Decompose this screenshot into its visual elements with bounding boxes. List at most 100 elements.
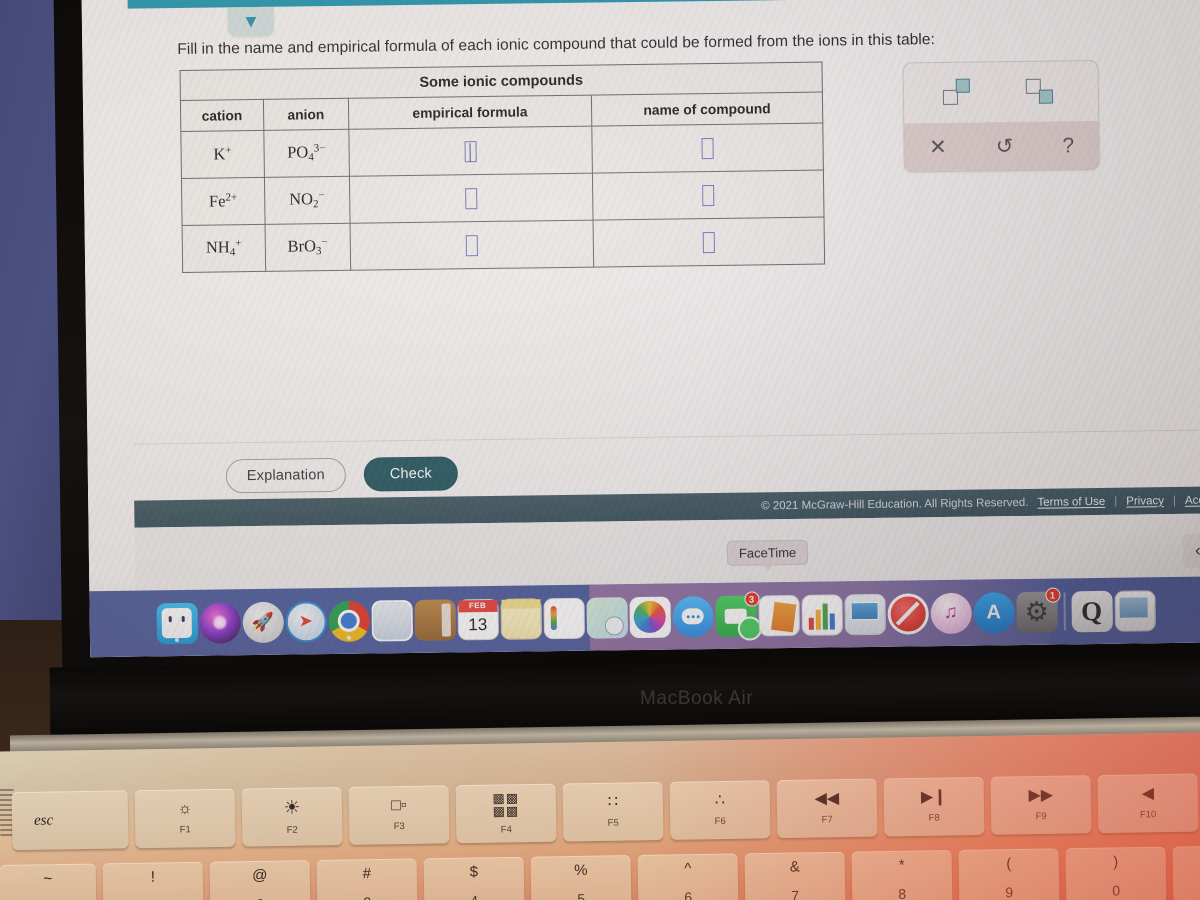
privacy-link[interactable]: Privacy (1126, 495, 1164, 507)
compound-name-input-1[interactable] (701, 137, 714, 159)
play-pause-icon: ▶❙ (920, 788, 947, 806)
calendar-day: 13 (468, 614, 488, 635)
anion-cell: NO2− (264, 176, 350, 225)
photos-app-icon[interactable] (370, 599, 413, 642)
clear-icon[interactable]: ✕ (929, 135, 947, 160)
table-body: K+ PO43− Fe2+ NO2− NH4+ BrO3− (180, 123, 825, 273)
help-icon[interactable]: ? (1062, 134, 1074, 158)
message-bubble (681, 608, 704, 625)
subscript-lowered-square (1038, 89, 1053, 104)
preview-icon[interactable] (1113, 589, 1156, 632)
palette-action-row: ✕ ↺ ? (904, 120, 1099, 173)
compound-name-cell-2[interactable] (592, 170, 825, 221)
key-f5-keyboard-dim[interactable]: ∷ F5 (562, 781, 664, 842)
compound-name-cell-3[interactable] (592, 217, 825, 268)
key-8-upper: * (898, 856, 905, 874)
cation-cell: NH4+ (182, 224, 266, 273)
superscript-icon[interactable] (942, 78, 976, 108)
empirical-formula-cell-3[interactable] (349, 220, 594, 271)
launchpad-icon[interactable]: 🚀 (241, 601, 284, 643)
palette-format-row (904, 61, 1099, 124)
system-preferences-badge: 1 (1044, 586, 1061, 603)
finder-icon[interactable] (156, 602, 198, 644)
empirical-formula-cell-1[interactable] (348, 126, 593, 177)
numbers-icon[interactable] (800, 593, 843, 636)
explanation-button[interactable]: Explanation (225, 457, 347, 494)
key-f4-launchpad[interactable]: ▩▩ ▩▩ F4 (455, 783, 557, 844)
key-7[interactable]: & 7 (744, 851, 846, 900)
back-nav-button[interactable]: ‹ (1182, 533, 1200, 568)
key-f6-keyboard-bright[interactable]: ∴ F6 (669, 780, 771, 840)
finder-face (161, 607, 192, 639)
collapse-panel-button[interactable]: ▾ (227, 6, 275, 37)
terms-of-use-link[interactable]: Terms of Use (1037, 495, 1105, 508)
quicktime-icon[interactable] (1070, 590, 1113, 632)
anion-formula-1: PO43− (287, 142, 326, 164)
cation-cell: K+ (180, 130, 265, 179)
maps-icon[interactable] (585, 596, 628, 639)
compound-name-input-3[interactable] (702, 231, 715, 253)
chrome-icon[interactable] (327, 600, 370, 642)
key-1-upper: ! (150, 868, 156, 886)
subscript-icon[interactable] (1025, 76, 1059, 106)
key-2-lower: 2 (256, 896, 264, 900)
key-minus[interactable]: — - (1172, 845, 1200, 900)
no-entry-icon[interactable] (886, 592, 929, 635)
key-f9-fast-forward[interactable]: ▶▶ F9 (990, 775, 1092, 835)
safari-icon[interactable]: ➤ (284, 600, 327, 643)
key-f5-label: F5 (607, 817, 619, 829)
fast-forward-icon: ▶▶ (1028, 786, 1054, 805)
facetime-icon[interactable]: 3 (714, 590, 762, 641)
calendar-icon[interactable]: FEB 13 (456, 598, 499, 640)
siri-icon[interactable] (199, 601, 241, 644)
pages-icon[interactable] (757, 594, 800, 636)
key-8-lower: 8 (898, 885, 907, 900)
key-6[interactable]: ^ 6 (637, 853, 739, 900)
key-f7-rewind[interactable]: ◀◀ F7 (776, 778, 878, 839)
key-tilde[interactable]: ~ ` (0, 863, 97, 900)
notes-icon[interactable] (499, 597, 542, 640)
copyright-text: © 2021 McGraw-Hill Education. All Rights… (761, 496, 1029, 512)
key-4[interactable]: $ 4 (423, 856, 525, 900)
table-row: Fe2+ NO2− (181, 170, 825, 226)
check-button[interactable]: Check (363, 456, 459, 492)
key-9[interactable]: ( 9 (958, 848, 1060, 900)
contacts-icon[interactable] (413, 598, 456, 641)
empirical-formula-input-3[interactable] (465, 234, 478, 256)
compound-name-cell-1[interactable] (591, 123, 824, 174)
cation-formula-2: Fe2+ (208, 191, 238, 211)
empirical-formula-input-1[interactable] (464, 140, 477, 162)
key-f2-brightness-up[interactable]: ☀ F2 (241, 786, 343, 847)
key-esc[interactable]: esc (11, 790, 129, 851)
messages-icon[interactable] (671, 595, 714, 638)
key-0-upper: ) (1113, 853, 1119, 871)
accessibility-link[interactable]: Acces (1185, 494, 1200, 506)
empirical-formula-input-2[interactable] (464, 187, 478, 209)
key-f3-mission-control[interactable]: □▫ F3 (348, 785, 450, 845)
key-f3-label: F3 (393, 820, 405, 833)
keynote-icon[interactable] (843, 593, 886, 635)
key-f4-label: F4 (500, 824, 512, 836)
compound-name-input-2[interactable] (702, 184, 715, 206)
undo-icon[interactable]: ↺ (996, 134, 1014, 159)
key-f8-play-pause[interactable]: ▶❙ F8 (883, 776, 985, 837)
key-6-lower: 6 (684, 889, 693, 900)
key-8[interactable]: * 8 (851, 850, 953, 900)
system-preferences-icon[interactable]: 1 (1015, 586, 1061, 633)
key-f10-mute[interactable]: ◀ F10 (1097, 773, 1199, 834)
key-2-upper: @ (252, 866, 268, 885)
reminders-icon[interactable] (542, 597, 585, 639)
empirical-formula-cell-2[interactable] (349, 173, 593, 224)
key-f1-brightness-down[interactable]: ☼ F1 (134, 788, 236, 849)
content-divider (133, 429, 1200, 445)
app-store-icon[interactable] (972, 591, 1015, 634)
key-3[interactable]: # 3 (316, 858, 418, 900)
key-f7-label: F7 (821, 814, 833, 826)
photos-icon[interactable] (628, 596, 671, 638)
itunes-icon[interactable] (929, 592, 972, 634)
key-5-upper: % (573, 861, 588, 879)
key-5[interactable]: % 5 (530, 855, 632, 900)
key-0[interactable]: ) 0 (1065, 846, 1167, 900)
key-1[interactable]: ! 1 (102, 861, 204, 900)
key-2[interactable]: @ 2 (209, 860, 311, 900)
